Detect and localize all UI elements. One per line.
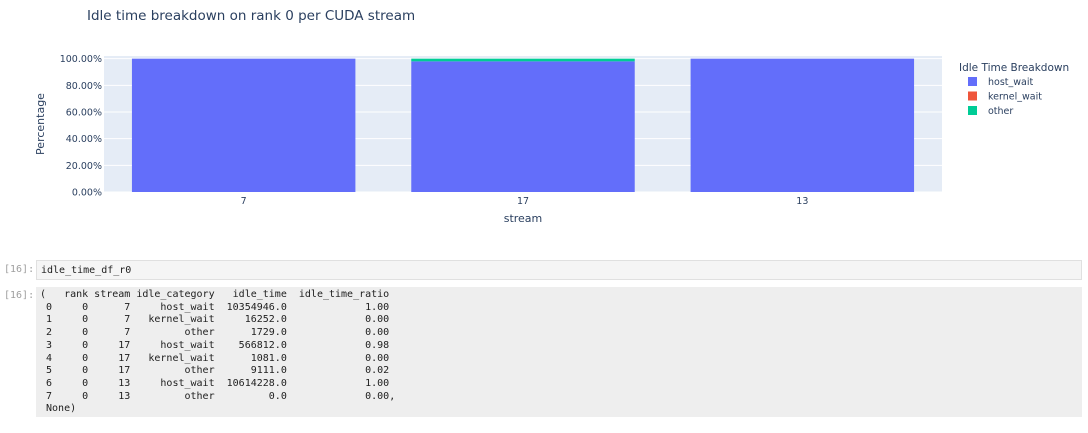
bars xyxy=(131,58,915,193)
y-tick-label: 60.00% xyxy=(66,108,102,119)
legend-label-host_wait[interactable]: host_wait xyxy=(988,77,1033,88)
output-line: 6 0 13 host_wait 10614228.0 1.00 xyxy=(46,377,390,389)
x-tick-label: 17 xyxy=(517,196,529,207)
output-line: 4 0 17 kernel_wait 1081.0 0.00 xyxy=(46,352,390,364)
x-tick-label: 13 xyxy=(796,196,808,207)
output-area: ( rank stream idle_category idle_time id… xyxy=(36,287,1082,417)
y-tick-label: 0.00% xyxy=(72,188,102,199)
y-tick-label: 40.00% xyxy=(66,134,102,145)
x-axis-label: stream xyxy=(504,212,543,225)
bar-host_wait-13 xyxy=(690,58,915,192)
x-tick-label: 7 xyxy=(241,196,247,207)
legend: Idle Time Breakdown host_wait kernel_wait… xyxy=(959,62,1069,117)
legend-title: Idle Time Breakdown xyxy=(959,62,1069,74)
input-prompt: [16]: xyxy=(4,264,35,275)
output-line: 7 0 13 other 0.0 0.00, xyxy=(46,390,396,402)
stacked-bar-chart: Idle time breakdown on rank 0 per CUDA s… xyxy=(34,8,1069,225)
output-line: 5 0 17 other 9111.0 0.02 xyxy=(46,365,390,377)
legend-label-other[interactable]: other xyxy=(988,106,1013,117)
code-input-area[interactable]: idle_time_df_r0 xyxy=(36,260,1082,280)
x-tick-labels: 7 17 13 xyxy=(241,196,809,207)
output-line: 1 0 7 kernel_wait 16252.0 0.00 xyxy=(46,314,390,326)
y-tick-label: 20.00% xyxy=(66,161,102,172)
output-line: 3 0 17 host_wait 566812.0 0.98 xyxy=(46,339,390,351)
bar-host_wait-7 xyxy=(131,58,356,192)
y-tick-label: 100.00% xyxy=(60,54,102,65)
legend-swatch-host_wait[interactable] xyxy=(968,77,977,86)
output-line: None) xyxy=(46,403,77,415)
bar-host_wait-17 xyxy=(411,61,635,193)
y-axis-label: Percentage xyxy=(34,93,47,155)
dataframe-output: ( rank stream idle_category idle_time id… xyxy=(40,289,1082,416)
bar-other-17 xyxy=(411,58,635,62)
chart-title: Idle time breakdown on rank 0 per CUDA s… xyxy=(87,8,415,24)
legend-swatch-other[interactable] xyxy=(968,106,977,115)
y-tick-label: 80.00% xyxy=(66,81,102,92)
output-line: 0 0 7 host_wait 10354946.0 1.00 xyxy=(46,301,390,313)
output-line: 2 0 7 other 1729.0 0.00 xyxy=(46,327,390,339)
y-tick-labels: 0.00% 20.00% 40.00% 60.00% 80.00% 100.00% xyxy=(60,54,102,198)
output-line: ( rank stream idle_category idle_time id… xyxy=(40,289,390,300)
legend-label-kernel_wait[interactable]: kernel_wait xyxy=(988,92,1042,103)
output-prompt: [16]: xyxy=(4,290,35,301)
legend-swatch-kernel_wait[interactable] xyxy=(968,91,977,101)
